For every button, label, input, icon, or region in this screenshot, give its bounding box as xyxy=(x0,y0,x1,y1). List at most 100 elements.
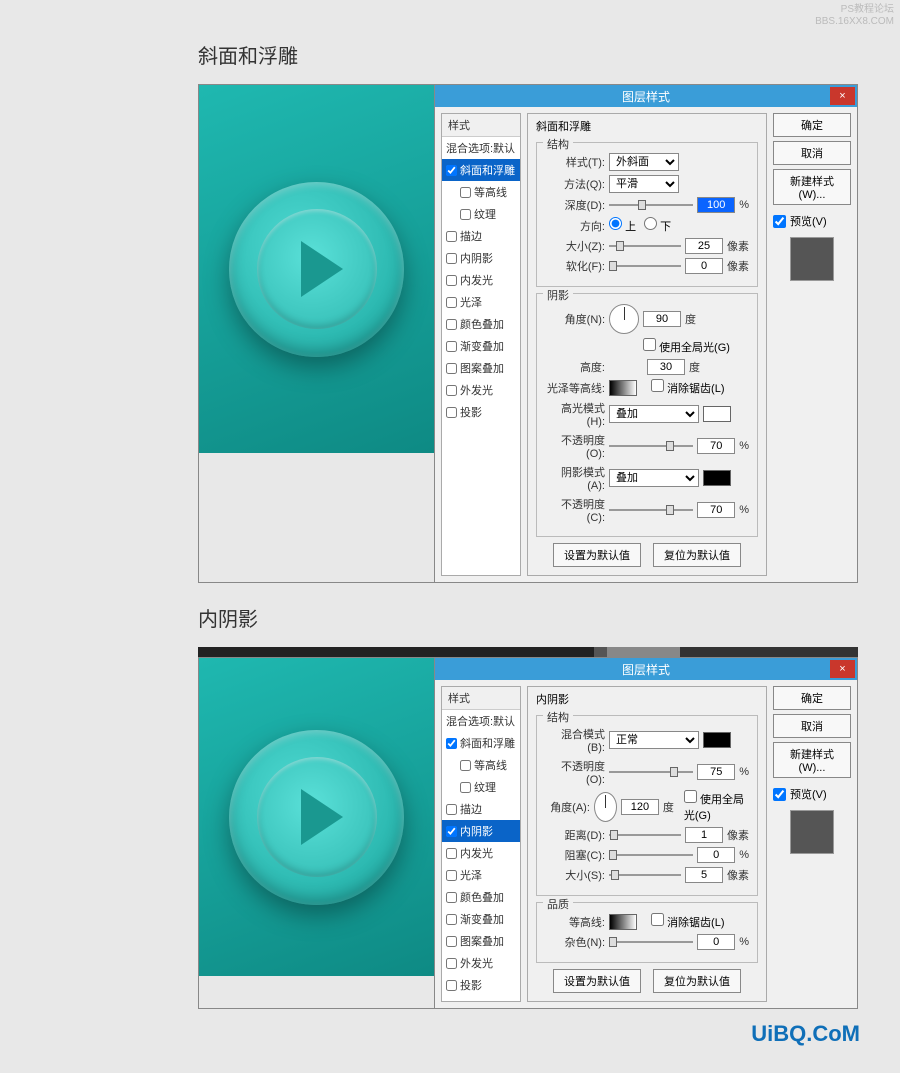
preview-thumbnail xyxy=(790,237,834,281)
style-contour-2[interactable]: 等高线 xyxy=(442,754,520,776)
panel-title-2: 内阴影 xyxy=(536,694,569,706)
play-icon xyxy=(301,241,343,297)
styles-list-2: 样式 混合选项:默认 斜面和浮雕 等高线 纹理 描边 内阴影 内发光 光泽 颜色… xyxy=(441,686,521,1002)
gloss-contour-picker[interactable] xyxy=(609,380,637,396)
style-outer-glow-2[interactable]: 外发光 xyxy=(442,952,520,974)
section-title-bevel: 斜面和浮雕 xyxy=(198,40,900,69)
size-slider[interactable] xyxy=(609,245,681,247)
angle-widget-2[interactable] xyxy=(594,792,617,822)
style-inner-shadow-2[interactable]: 内阴影 xyxy=(442,820,520,842)
preview-check[interactable] xyxy=(773,215,786,228)
buttons-column-2: 确定 取消 新建样式(W)... 预览(V) xyxy=(773,686,851,1002)
ok-button-2[interactable]: 确定 xyxy=(773,686,851,710)
angle-input[interactable] xyxy=(643,311,681,327)
altitude-input[interactable] xyxy=(647,359,685,375)
dialog-title-bar-2: 图层样式 × xyxy=(435,658,857,680)
dialog-title-2: 图层样式 xyxy=(622,661,670,678)
style-drop-shadow[interactable]: 投影 xyxy=(442,401,520,423)
distance-input[interactable] xyxy=(685,827,723,843)
set-default-button[interactable]: 设置为默认值 xyxy=(553,543,641,567)
layer-style-dialog: 图层样式 × 样式 混合选项:默认 斜面和浮雕 等高线 纹理 描边 内阴影 内发… xyxy=(434,85,857,582)
settings-panel-2: 内阴影 结构 混合模式(B):正常 不透明度(O):% 角度(A):度 使用全局… xyxy=(527,686,767,1002)
blend-options[interactable]: 混合选项:默认 xyxy=(442,137,520,159)
section-title-inner-shadow: 内阴影 xyxy=(198,603,900,632)
highlight-color-swatch[interactable] xyxy=(703,406,731,422)
angle-widget[interactable] xyxy=(609,304,639,334)
global-light-check-2 xyxy=(684,790,697,803)
contour-picker[interactable] xyxy=(609,914,637,930)
style-texture[interactable]: 纹理 xyxy=(442,203,520,225)
structure-title-2: 结构 xyxy=(543,709,573,725)
play-button-outer-2 xyxy=(229,730,404,905)
angle-input-2[interactable] xyxy=(621,799,659,815)
dir-down-radio xyxy=(644,217,657,230)
noise-input[interactable] xyxy=(697,934,735,950)
shadow-color-swatch-2[interactable] xyxy=(703,732,731,748)
size-input[interactable] xyxy=(685,238,723,254)
style-pattern-overlay[interactable]: 图案叠加 xyxy=(442,357,520,379)
highlight-opacity-slider[interactable] xyxy=(609,445,693,447)
depth-input[interactable] xyxy=(697,197,735,213)
new-style-button-2[interactable]: 新建样式(W)... xyxy=(773,742,851,778)
opacity-input[interactable] xyxy=(697,764,735,780)
reset-default-button[interactable]: 复位为默认值 xyxy=(653,543,741,567)
style-color-overlay-2[interactable]: 颜色叠加 xyxy=(442,886,520,908)
style-satin[interactable]: 光泽 xyxy=(442,291,520,313)
distance-slider[interactable] xyxy=(609,834,681,836)
close-button-2[interactable]: × xyxy=(830,660,855,678)
play-icon-2 xyxy=(301,789,343,845)
style-bevel[interactable]: 斜面和浮雕 xyxy=(442,159,520,181)
blend-mode-select[interactable]: 正常 xyxy=(609,731,699,749)
styles-header: 样式 xyxy=(442,114,520,137)
style-stroke[interactable]: 描边 xyxy=(442,225,520,247)
layer-style-dialog-2: 图层样式 × 样式 混合选项:默认 斜面和浮雕 等高线 纹理 描边 内阴影 内发… xyxy=(434,658,857,1008)
reset-default-button-2[interactable]: 复位为默认值 xyxy=(653,969,741,993)
preview-thumbnail-2 xyxy=(790,810,834,854)
depth-slider[interactable] xyxy=(609,204,693,206)
shadow-color-swatch[interactable] xyxy=(703,470,731,486)
style-color-overlay[interactable]: 颜色叠加 xyxy=(442,313,520,335)
blend-options-2[interactable]: 混合选项:默认 xyxy=(442,710,520,732)
shadow-opacity-input[interactable] xyxy=(697,502,735,518)
bevel-technique-select[interactable]: 平滑 xyxy=(609,175,679,193)
shadow-mode-select[interactable]: 叠加 xyxy=(609,469,699,487)
style-pattern-overlay-2[interactable]: 图案叠加 xyxy=(442,930,520,952)
style-texture-2[interactable]: 纹理 xyxy=(442,776,520,798)
noise-slider[interactable] xyxy=(609,941,693,943)
soften-input[interactable] xyxy=(685,258,723,274)
bevel-style-select[interactable]: 外斜面 xyxy=(609,153,679,171)
ok-button[interactable]: 确定 xyxy=(773,113,851,137)
watermark-top: PS教程论坛 BBS.16XX8.COM xyxy=(815,4,894,28)
style-outer-glow[interactable]: 外发光 xyxy=(442,379,520,401)
style-gradient-overlay-2[interactable]: 渐变叠加 xyxy=(442,908,520,930)
shading-title: 阴影 xyxy=(543,287,573,303)
soften-slider[interactable] xyxy=(609,265,681,267)
style-satin-2[interactable]: 光泽 xyxy=(442,864,520,886)
set-default-button-2[interactable]: 设置为默认值 xyxy=(553,969,641,993)
style-inner-glow-2[interactable]: 内发光 xyxy=(442,842,520,864)
size-slider-2[interactable] xyxy=(609,874,681,876)
style-inner-shadow[interactable]: 内阴影 xyxy=(442,247,520,269)
opacity-slider[interactable] xyxy=(609,771,693,773)
style-bevel-2[interactable]: 斜面和浮雕 xyxy=(442,732,520,754)
anti-alias-check xyxy=(651,379,664,392)
watermark-bottom: UiBQ.CoM xyxy=(0,1009,900,1053)
dialog-title: 图层样式 xyxy=(622,88,670,105)
new-style-button[interactable]: 新建样式(W)... xyxy=(773,169,851,205)
choke-input[interactable] xyxy=(697,847,735,863)
preview-pane-2 xyxy=(199,658,434,976)
cancel-button[interactable]: 取消 xyxy=(773,141,851,165)
style-contour[interactable]: 等高线 xyxy=(442,181,520,203)
style-gradient-overlay[interactable]: 渐变叠加 xyxy=(442,335,520,357)
highlight-opacity-input[interactable] xyxy=(697,438,735,454)
style-stroke-2[interactable]: 描边 xyxy=(442,798,520,820)
highlight-mode-select[interactable]: 叠加 xyxy=(609,405,699,423)
style-drop-shadow-2[interactable]: 投影 xyxy=(442,974,520,996)
shadow-opacity-slider[interactable] xyxy=(609,509,693,511)
size-input-2[interactable] xyxy=(685,867,723,883)
preview-check-2[interactable] xyxy=(773,788,786,801)
cancel-button-2[interactable]: 取消 xyxy=(773,714,851,738)
choke-slider[interactable] xyxy=(609,854,693,856)
style-inner-glow[interactable]: 内发光 xyxy=(442,269,520,291)
close-button[interactable]: × xyxy=(830,87,855,105)
